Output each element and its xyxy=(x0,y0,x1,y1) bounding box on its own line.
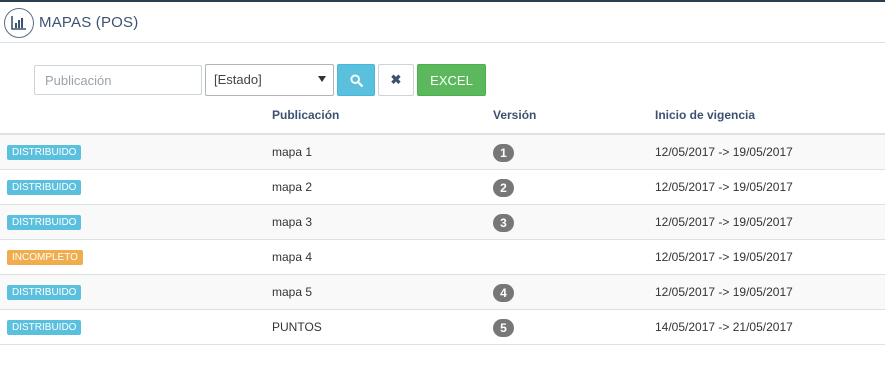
table-row[interactable]: DISTRIBUIDO mapa 5 4 12/05/2017 -> 19/05… xyxy=(0,275,885,310)
excel-export-button[interactable]: EXCEL xyxy=(417,64,486,96)
caret-down-icon xyxy=(318,76,326,82)
publication-name: mapa 4 xyxy=(272,250,313,264)
column-header-validity[interactable]: Inicio de vigencia xyxy=(655,108,755,122)
publication-name: mapa 3 xyxy=(272,215,313,229)
validity-range: 12/05/2017 -> 19/05/2017 xyxy=(655,145,793,159)
table-row[interactable]: DISTRIBUIDO mapa 1 1 12/05/2017 -> 19/05… xyxy=(0,135,885,170)
version-badge: 1 xyxy=(493,144,514,162)
state-select[interactable]: [Estado] xyxy=(205,64,334,96)
status-badge: DISTRIBUIDO xyxy=(7,320,82,335)
search-icon xyxy=(349,73,363,87)
validity-range: 12/05/2017 -> 19/05/2017 xyxy=(655,285,793,299)
version-badge: 2 xyxy=(493,179,514,197)
table-header: Publicación Versión Inicio de vigencia xyxy=(0,101,885,135)
status-badge: DISTRIBUIDO xyxy=(7,180,82,195)
page-header: MAPAS (POS) xyxy=(0,2,885,43)
validity-range: 14/05/2017 -> 21/05/2017 xyxy=(655,320,793,334)
table-row[interactable]: INCOMPLETO mapa 4 12/05/2017 -> 19/05/20… xyxy=(0,240,885,275)
excel-button-label: EXCEL xyxy=(430,72,473,88)
column-header-version[interactable]: Versión xyxy=(493,108,536,122)
publication-search-input[interactable] xyxy=(34,65,202,95)
status-badge: DISTRIBUIDO xyxy=(7,145,82,160)
maps-table: Publicación Versión Inicio de vigencia D… xyxy=(0,101,885,345)
column-header-publication[interactable]: Publicación xyxy=(272,108,339,122)
publication-name: mapa 1 xyxy=(272,145,313,159)
publication-name: PUNTOS xyxy=(272,320,322,334)
page-title: MAPAS (POS) xyxy=(39,14,139,31)
publication-name: mapa 5 xyxy=(272,285,313,299)
bar-chart-icon xyxy=(4,8,34,38)
validity-range: 12/05/2017 -> 19/05/2017 xyxy=(655,215,793,229)
state-select-value: [Estado] xyxy=(214,72,262,87)
status-badge: DISTRIBUIDO xyxy=(7,285,82,300)
publication-name: mapa 2 xyxy=(272,180,313,194)
validity-range: 12/05/2017 -> 19/05/2017 xyxy=(655,250,793,264)
search-button[interactable] xyxy=(337,64,375,96)
table-row[interactable]: DISTRIBUIDO mapa 2 2 12/05/2017 -> 19/05… xyxy=(0,170,885,205)
status-badge: DISTRIBUIDO xyxy=(7,215,82,230)
validity-range: 12/05/2017 -> 19/05/2017 xyxy=(655,180,793,194)
clear-filters-button[interactable]: ✖ xyxy=(378,64,414,96)
version-badge: 4 xyxy=(493,284,514,302)
close-icon: ✖ xyxy=(390,72,402,87)
status-badge: INCOMPLETO xyxy=(7,250,83,265)
table-row[interactable]: DISTRIBUIDO mapa 3 3 12/05/2017 -> 19/05… xyxy=(0,205,885,240)
version-badge: 5 xyxy=(493,319,514,337)
table-row[interactable]: DISTRIBUIDO PUNTOS 5 14/05/2017 -> 21/05… xyxy=(0,310,885,345)
version-badge: 3 xyxy=(493,214,514,232)
